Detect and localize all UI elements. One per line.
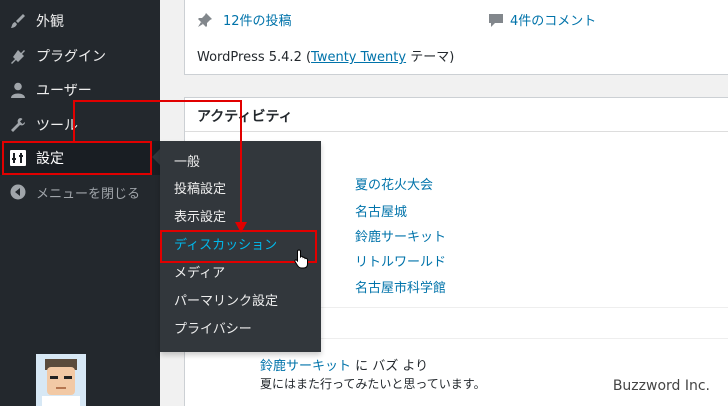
sidebar-item-label: プラグイン xyxy=(36,49,106,65)
annotation-box-settings xyxy=(2,141,152,175)
watermark: Buzzword Inc. xyxy=(612,378,710,394)
comments-count-link[interactable]: 4件のコメント xyxy=(510,10,596,29)
recent-post-link[interactable]: 鈴鹿サーキット xyxy=(355,226,446,245)
wrench-icon xyxy=(0,116,36,134)
hand-pointer-cursor-icon xyxy=(294,249,310,273)
posts-count-link[interactable]: 12件の投稿 xyxy=(223,10,292,29)
user-icon xyxy=(0,81,36,99)
comment-author: バズ xyxy=(372,359,399,374)
pushpin-icon xyxy=(197,12,213,32)
comment-meta-text: に xyxy=(351,359,373,374)
annotation-line xyxy=(73,100,241,102)
collapse-arrow-icon xyxy=(0,183,36,201)
comment-excerpt: 夏にはまた行ってみたいと思っています。 xyxy=(260,377,486,391)
theme-link[interactable]: Twenty Twenty xyxy=(311,50,406,65)
admin-sidebar: 外観 プラグイン ユーザー ツール 設定 メニューを閉じる xyxy=(0,0,160,406)
recent-post-link[interactable]: 名古屋城 xyxy=(355,201,407,220)
recent-post-link[interactable]: 夏の花火大会 xyxy=(355,174,433,193)
annotation-line xyxy=(240,100,242,224)
sidebar-item-tools[interactable]: ツール xyxy=(0,108,160,142)
submenu-item-permalink[interactable]: パーマリンク設定 xyxy=(160,288,321,316)
recent-post-link[interactable]: リトルワールド xyxy=(355,251,446,270)
paintbrush-icon xyxy=(0,12,36,30)
wp-version-text: WordPress 5.4.2 (Twenty Twenty テーマ) xyxy=(197,46,454,65)
version-prefix: WordPress 5.4.2 ( xyxy=(197,50,312,65)
submenu-pointer xyxy=(152,149,160,165)
comment-post-link[interactable]: 鈴鹿サーキット xyxy=(260,359,351,374)
annotation-arrow-head xyxy=(235,222,247,233)
sidebar-item-appearance[interactable]: 外観 xyxy=(0,4,160,38)
activity-title: アクティビティ xyxy=(197,109,293,125)
annotation-line xyxy=(73,100,75,142)
submenu-item-privacy[interactable]: プライバシー xyxy=(160,316,321,344)
collapse-menu-button[interactable]: メニューを閉じる xyxy=(0,175,160,209)
comment-meta-text: より xyxy=(398,359,429,374)
plugin-icon xyxy=(0,47,36,65)
sidebar-item-label: ユーザー xyxy=(36,83,92,99)
divider xyxy=(185,131,728,132)
avatar xyxy=(36,354,86,406)
sidebar-item-label: 外観 xyxy=(36,14,64,30)
comment-meta: 鈴鹿サーキット に バズ より xyxy=(260,355,428,374)
sidebar-item-label: メニューを閉じる xyxy=(36,186,141,202)
sidebar-item-label: ツール xyxy=(36,118,78,134)
sidebar-item-plugins[interactable]: プラグイン xyxy=(0,39,160,73)
version-suffix: テーマ) xyxy=(406,50,455,65)
recent-post-link[interactable]: 名古屋市科学館 xyxy=(355,277,446,296)
comment-bubble-icon xyxy=(488,12,504,32)
at-a-glance-widget: 12件の投稿 4件のコメント WordPress 5.4.2 (Twenty T… xyxy=(184,0,728,75)
